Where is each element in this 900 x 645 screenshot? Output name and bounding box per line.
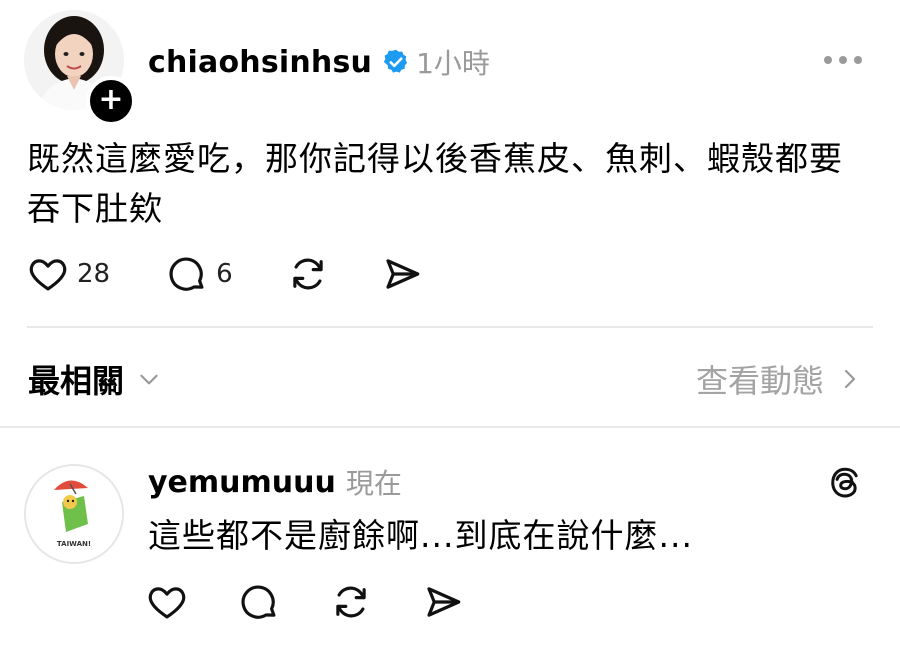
reply-avatar[interactable]: TAIWAN! [24,464,124,564]
more-dot [839,56,847,64]
repost-icon [292,258,323,290]
divider [27,326,873,328]
reply-item: TAIWAN! yemumuuu 現在 這些都不是廚餘啊...到底在說什麼... [0,430,900,645]
chevron-down-icon [140,374,158,385]
reply-comment-button[interactable] [238,581,280,623]
main-post: + chiaohsinhsu 1小時 既然這麼愛吃，那你記得以後香蕉皮、魚刺、蝦… [0,0,900,328]
like-button[interactable]: 28 [27,253,110,295]
author-username[interactable]: chiaohsinhsu [148,45,372,80]
post-actions: 28 6 [27,252,423,296]
follow-button[interactable]: + [86,76,136,126]
threads-logo-icon[interactable] [826,464,862,502]
reply-time: 現在 [345,467,402,500]
reply-repost-button[interactable] [330,581,372,623]
heart-icon [29,259,67,291]
send-icon [427,587,461,617]
reply-share-button[interactable] [422,581,464,623]
like-count: 28 [77,259,111,289]
share-button[interactable] [381,253,423,295]
post-time: 1小時 [416,47,490,80]
reply-actions [146,580,514,624]
repost-icon [336,586,366,618]
reply-count: 6 [216,259,233,289]
more-dot [824,56,832,64]
post-text: 既然這麼愛吃，那你記得以後香蕉皮、魚刺、蝦殼都要吞下肚欸 [27,139,843,228]
send-icon [386,259,419,289]
view-activity-label: 查看動態 [695,362,824,400]
view-activity-link[interactable]: 查看動態 [696,356,862,402]
reply-avatar-text: TAIWAN! [57,540,91,548]
comment-icon [169,257,204,291]
sort-dropdown[interactable]: 最相關 [28,356,162,402]
reply-like-button[interactable] [146,581,188,623]
reply-username[interactable]: yemumuuu [148,465,336,500]
reply-text: 這些都不是廚餘啊...到底在說什麼... [148,516,693,555]
chevron-right-icon [844,369,856,389]
more-options-icon[interactable] [824,46,862,74]
divider [0,426,900,428]
repost-button[interactable] [287,253,329,295]
sort-label: 最相關 [28,362,125,400]
reply-header: yemumuuu 現在 [148,462,402,502]
comment-icon [241,585,276,619]
reply-filter-row: 最相關 查看動態 [0,346,900,410]
post-header: chiaohsinhsu 1小時 [148,40,490,84]
reply-button[interactable]: 6 [166,253,233,295]
verified-badge-icon [382,48,410,76]
heart-icon [148,587,186,619]
author-avatar-container[interactable]: + [24,10,136,126]
more-dot [854,56,862,64]
